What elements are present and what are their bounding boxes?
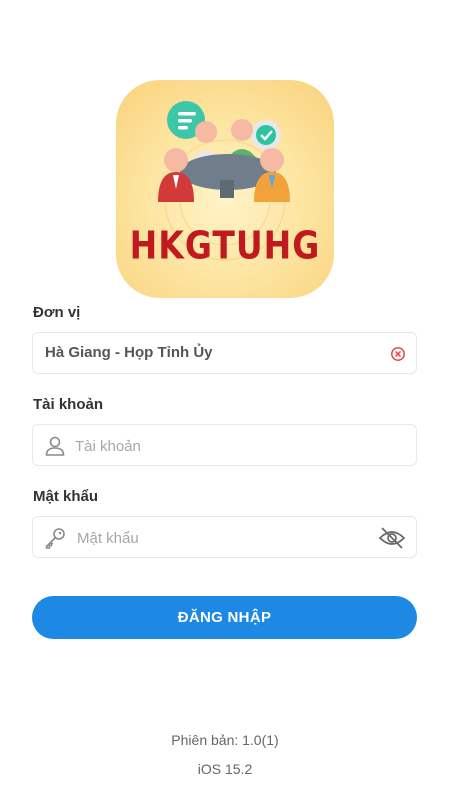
unit-label: Đơn vị [33, 304, 81, 321]
unit-field[interactable]: Hà Giang - Họp Tỉnh Ủy [32, 332, 417, 374]
clear-circle-icon[interactable] [390, 346, 406, 362]
password-label: Mật khẩu [33, 488, 99, 505]
version-text: Phiên bản: 1.0(1) [171, 732, 279, 748]
login-screen: HKGTUHG Đơn vị Hà Giang - Họp Tỉnh Ủy Tà… [0, 0, 450, 800]
password-field[interactable] [32, 516, 417, 558]
password-input[interactable] [77, 526, 377, 550]
app-logo: HKGTUHG [116, 80, 334, 298]
os-version-text: iOS 15.2 [197, 761, 253, 777]
login-button[interactable]: ĐĂNG NHẬP [32, 596, 417, 639]
eye-off-icon[interactable] [378, 525, 406, 551]
account-input[interactable] [75, 434, 375, 458]
account-field[interactable] [32, 424, 417, 466]
logo-brand-text: HKGTUHG [129, 223, 321, 268]
key-icon [45, 528, 65, 549]
account-label: Tài khoản [33, 396, 104, 413]
unit-value: Hà Giang - Họp Tỉnh Ủy [45, 344, 213, 361]
user-icon [45, 436, 65, 456]
